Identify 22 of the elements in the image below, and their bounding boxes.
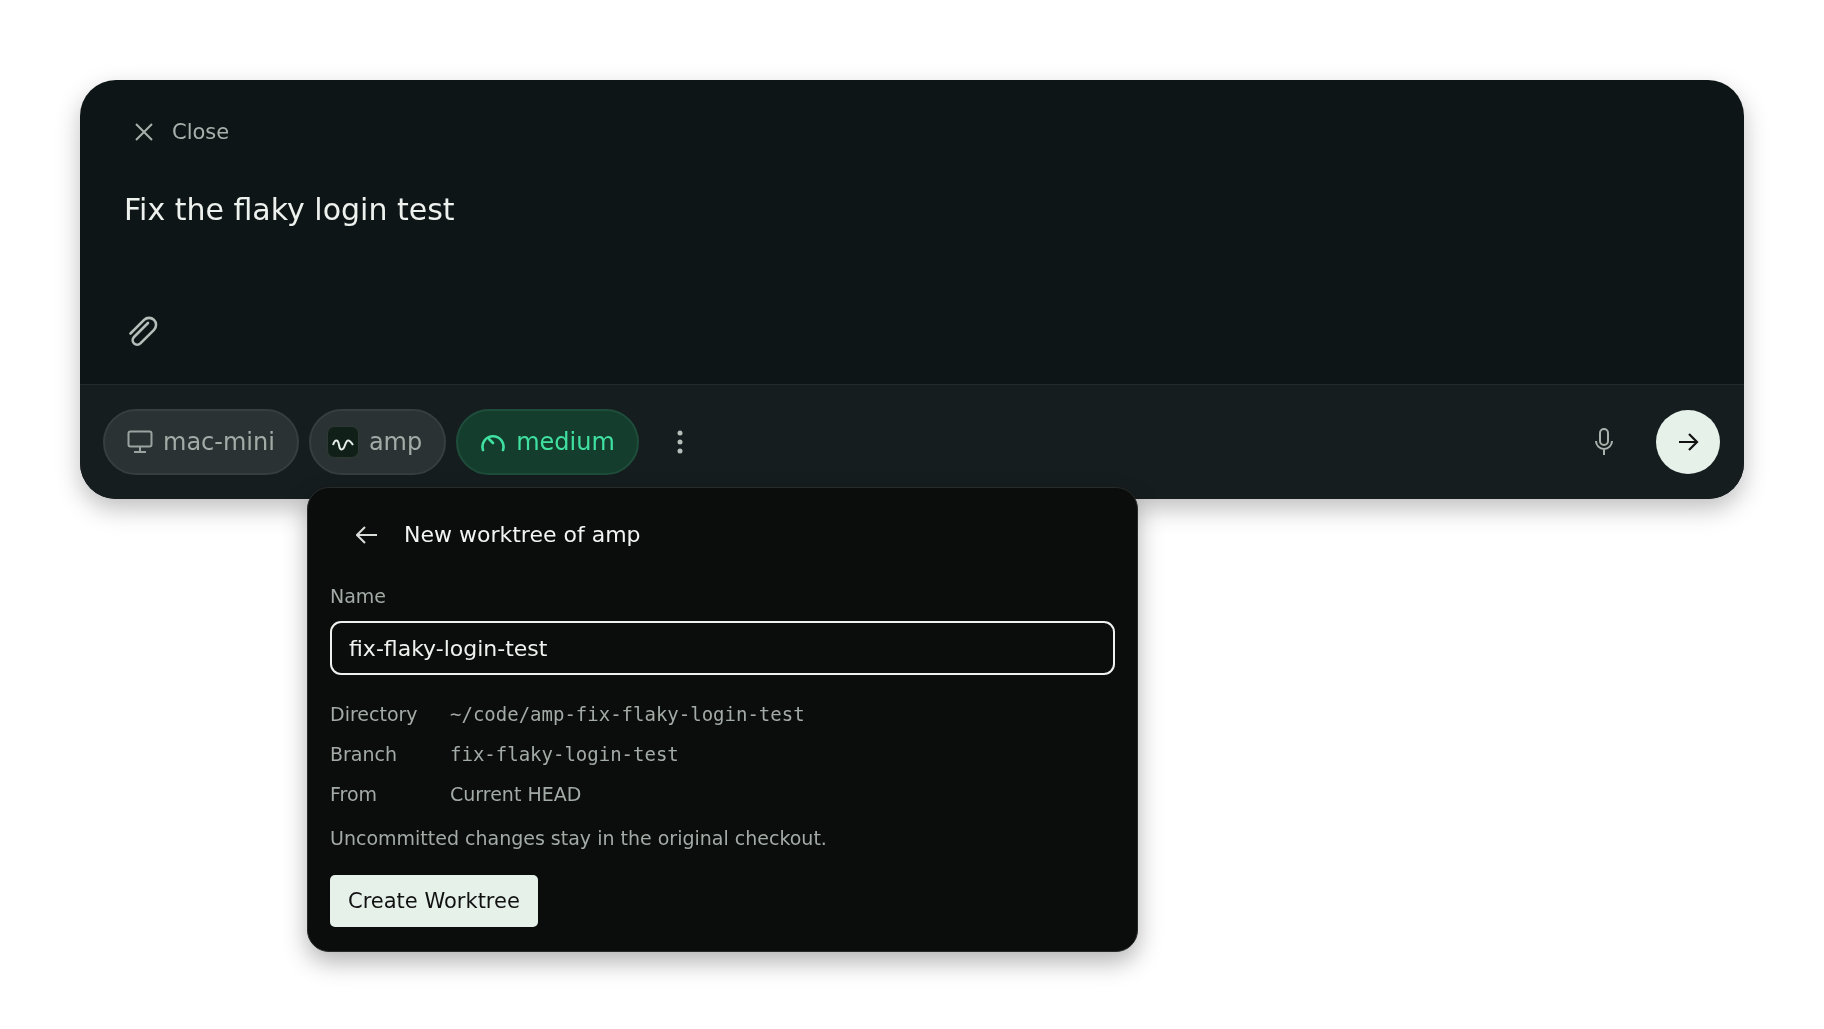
more-icon[interactable] <box>676 430 683 454</box>
monitor-icon <box>127 430 153 454</box>
detail-value: ~/code/amp-fix-flaky-login-test <box>450 703 805 725</box>
prompt-text[interactable]: Fix the flaky login test <box>124 192 455 227</box>
chip[interactable]: amp <box>308 409 447 475</box>
back-arrow-icon[interactable] <box>356 525 378 544</box>
name-input-field[interactable]: fix-flaky-login-test <box>330 621 1115 675</box>
popup-title: New worktree of amp <box>404 522 641 547</box>
microphone-icon[interactable] <box>1594 428 1614 456</box>
detail-label: Branch <box>330 743 399 765</box>
detail-value: Current HEAD <box>450 783 583 805</box>
note-text: Uncommitted changes stay in the original checkout. <box>330 827 828 849</box>
close-icon <box>134 122 154 142</box>
close-button[interactable]: Close <box>124 120 230 144</box>
chip[interactable]: mac-mini <box>103 409 299 475</box>
field-label: Name <box>330 585 388 607</box>
create-worktree-button[interactable]: Create Worktree <box>330 875 538 927</box>
detail-value: fix-flaky-login-test <box>450 743 680 765</box>
logo-icon <box>326 426 359 458</box>
chip[interactable]: medium <box>456 409 639 475</box>
detail-label: From <box>330 783 379 805</box>
detail-label: Directory <box>330 703 419 725</box>
